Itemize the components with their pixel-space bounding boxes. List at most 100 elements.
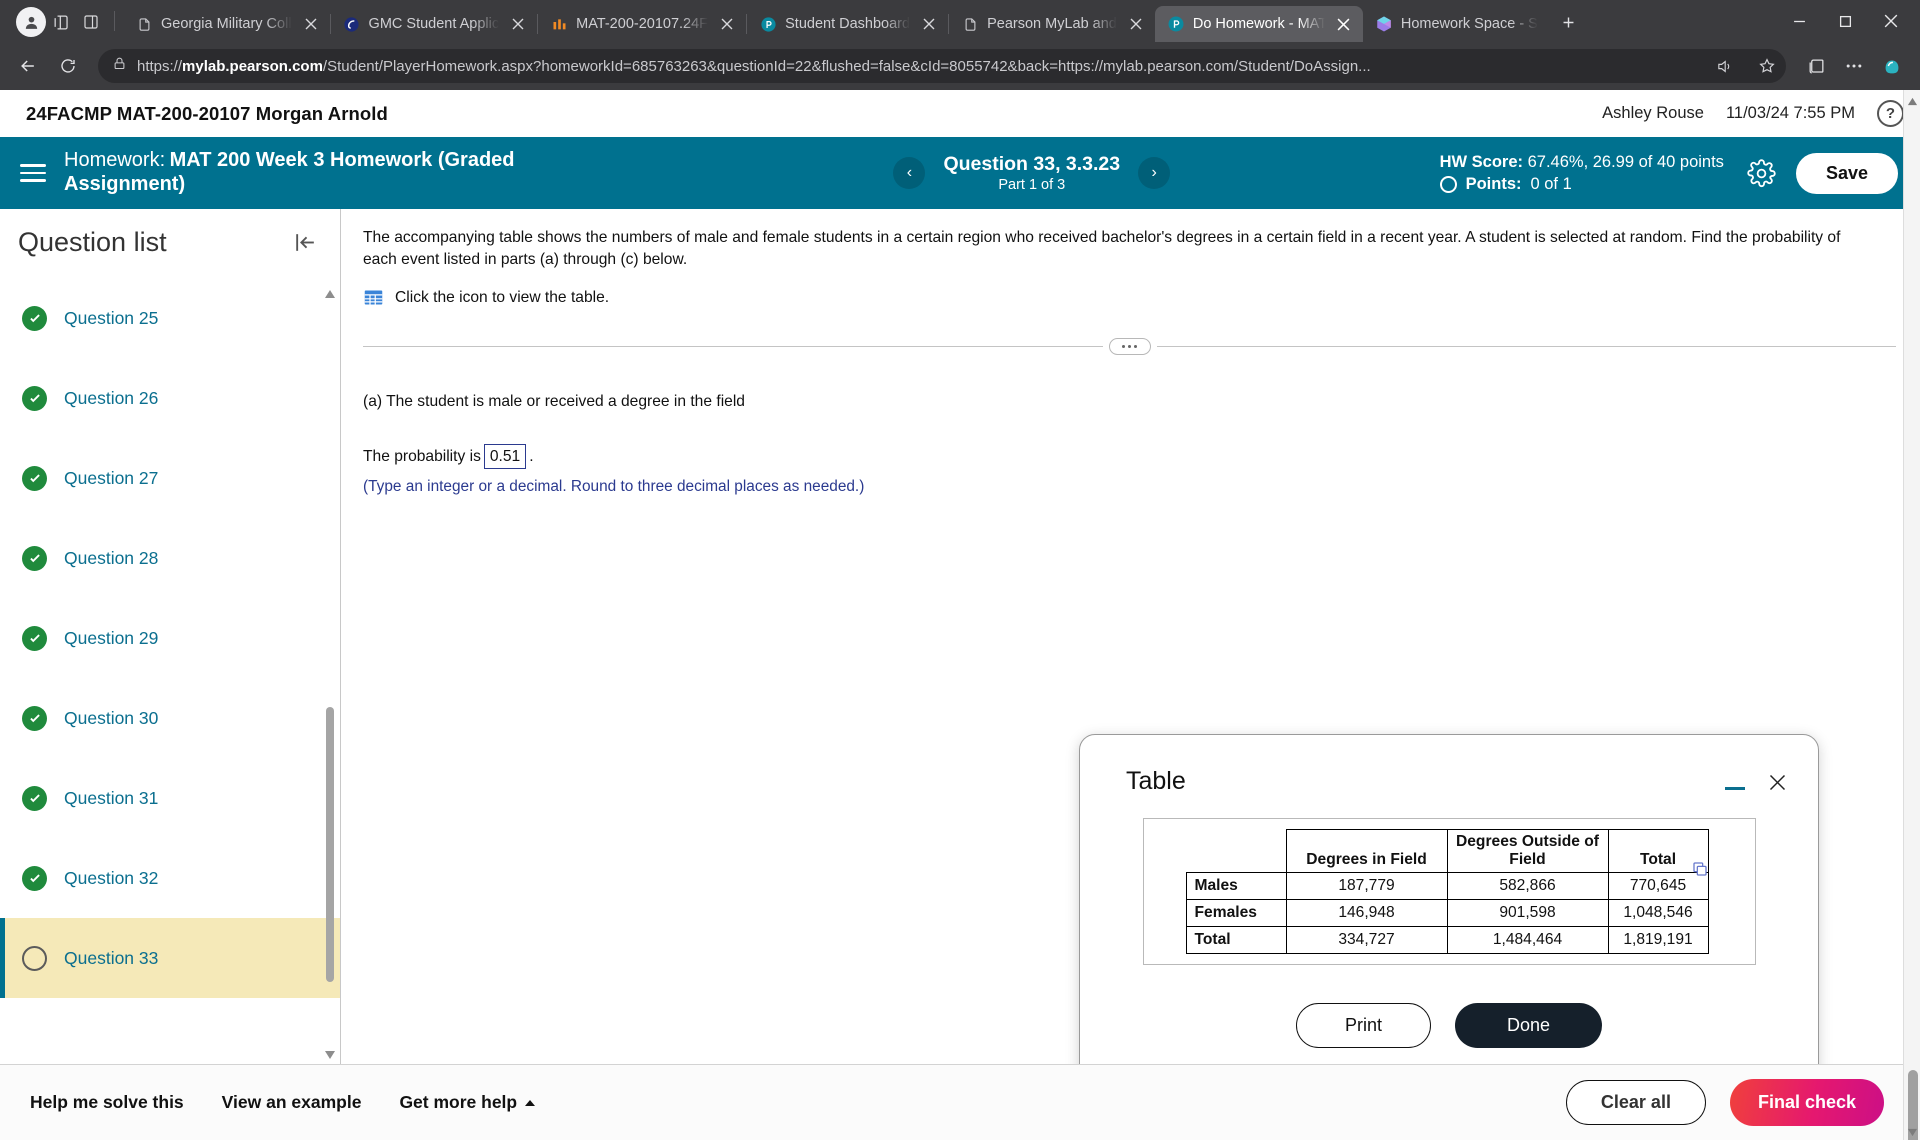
scroll-down-icon[interactable] (324, 1048, 336, 1060)
new-tab-button[interactable] (1552, 5, 1586, 39)
copilot-icon[interactable] (1874, 48, 1910, 84)
close-icon[interactable] (1125, 13, 1147, 35)
question-item-label: Question 27 (64, 467, 159, 488)
browser-tab[interactable]: GMC Student Applic (331, 6, 538, 42)
question-list-scrollbar[interactable] (323, 287, 337, 1060)
answer-input[interactable]: 0.51 (483, 444, 527, 470)
user-name: Ashley Rouse (1602, 104, 1704, 122)
close-icon[interactable] (1333, 13, 1355, 35)
question-item-label: Question 25 (64, 307, 159, 328)
expand-dots-button[interactable] (1108, 338, 1151, 356)
browser-window: Georgia Military Coll GMC Student Applic… (0, 0, 1920, 1140)
maximize-icon[interactable] (1822, 6, 1868, 36)
part-a-text: (a) The student is male or received a de… (363, 393, 745, 411)
settings-icon[interactable] (1836, 48, 1872, 84)
prev-question-button[interactable]: ‹ (893, 157, 926, 189)
table-cell: 146,948 (1285, 899, 1448, 927)
question-list-item-current[interactable]: Question 33 (0, 918, 340, 998)
question-list-item[interactable]: Question 25 (0, 278, 340, 358)
page-scrollbar[interactable] (1903, 90, 1920, 1140)
minimize-icon[interactable] (1776, 6, 1822, 36)
refresh-icon[interactable] (50, 48, 86, 84)
question-list-item[interactable]: Question 32 (0, 838, 340, 918)
page-icon (961, 15, 979, 33)
close-icon[interactable] (300, 13, 322, 35)
final-check-button[interactable]: Final check (1729, 1079, 1884, 1126)
print-button[interactable]: Print (1295, 1003, 1431, 1048)
tab-label: Student Dashboard (785, 16, 911, 32)
table-grid-icon (363, 287, 384, 308)
scroll-up-icon[interactable] (324, 287, 336, 299)
question-list-item[interactable]: Question 26 (0, 358, 340, 438)
read-aloud-icon[interactable] (1715, 58, 1734, 75)
scrollbar-thumb[interactable] (326, 707, 334, 982)
close-icon[interactable] (716, 13, 738, 35)
collections-icon[interactable] (1798, 48, 1834, 84)
browser-tab[interactable]: Pearson MyLab and (949, 6, 1155, 42)
close-icon[interactable] (918, 13, 940, 35)
close-icon[interactable] (1764, 769, 1790, 795)
probability-suffix: . (529, 447, 534, 465)
scroll-up-icon[interactable] (1907, 94, 1918, 106)
probability-row: The probability is 0.51 . (363, 444, 1880, 470)
circle-empty-icon (22, 945, 47, 971)
url-text: https://mylab.pearson.com/Student/Player… (137, 57, 1371, 75)
favorite-icon[interactable] (1758, 57, 1776, 75)
data-table: Degrees in Field Degrees Outside of Fiel… (1185, 829, 1709, 954)
browser-tab[interactable]: Student Dashboard (747, 6, 948, 42)
hw-score-value: 67.46%, 26.99 of 40 points (1527, 152, 1724, 171)
menu-icon[interactable] (14, 154, 52, 192)
question-item-label: Question 30 (64, 707, 159, 728)
question-item-label: Question 28 (64, 547, 159, 568)
table-cell: 582,866 (1446, 872, 1609, 900)
dialog-controls (1722, 767, 1790, 795)
close-icon[interactable] (507, 13, 529, 35)
get-more-help-link[interactable]: Get more help (399, 1092, 536, 1113)
clear-all-button[interactable]: Clear all (1565, 1080, 1706, 1125)
gear-icon[interactable] (1742, 153, 1782, 193)
question-list-item[interactable]: Question 27 (0, 438, 340, 518)
check-icon (22, 385, 47, 411)
question-list-item[interactable]: Question 28 (0, 518, 340, 598)
split-screen-icon[interactable] (76, 7, 106, 37)
hw-score-label: HW Score: (1439, 152, 1524, 171)
back-icon[interactable] (10, 48, 46, 84)
scroll-down-icon[interactable] (1907, 1125, 1918, 1137)
question-list-item[interactable]: Question 31 (0, 758, 340, 838)
address-bar[interactable]: https://mylab.pearson.com/Student/Player… (98, 49, 1786, 83)
copy-icon[interactable] (1692, 861, 1708, 877)
help-icon[interactable]: ? (1877, 100, 1904, 127)
collapse-panel-icon[interactable] (290, 228, 320, 258)
profile-avatar[interactable] (16, 7, 46, 37)
view-example-link[interactable]: View an example (222, 1092, 362, 1113)
done-button[interactable]: Done (1454, 1003, 1603, 1048)
answer-hint: (Type an integer or a decimal. Round to … (363, 478, 865, 496)
help-solve-link[interactable]: Help me solve this (30, 1092, 184, 1113)
toolbar-actions (1798, 48, 1910, 84)
save-button[interactable]: Save (1795, 152, 1898, 194)
browser-tab[interactable]: Homework Space - S (1363, 6, 1546, 42)
check-icon (22, 625, 47, 651)
table-cell: 1,819,191 (1607, 926, 1709, 954)
section-divider (363, 338, 1896, 356)
question-item-label: Question 31 (64, 787, 159, 808)
close-icon[interactable] (1868, 6, 1914, 36)
minimize-icon[interactable] (1722, 769, 1748, 795)
score-box: HW Score: 67.46%, 26.99 of 40 points Poi… (1439, 151, 1724, 196)
table-head: Degrees in Field Degrees Outside of Fiel… (1186, 829, 1709, 873)
browser-tab[interactable]: MAT-200-20107.24FA (538, 6, 746, 42)
question-content: The accompanying table shows the numbers… (341, 209, 1920, 1064)
question-list-item[interactable]: Question 29 (0, 598, 340, 678)
view-table-link[interactable]: Click the icon to view the table. (363, 287, 1860, 308)
page-icon (135, 15, 153, 33)
get-more-help-label: Get more help (399, 1092, 518, 1112)
question-list-item[interactable]: Question 30 (0, 678, 340, 758)
table-container: Degrees in Field Degrees Outside of Fiel… (1142, 818, 1756, 965)
browser-tab-active[interactable]: Do Homework - MAT (1154, 6, 1363, 42)
pearson-icon (1167, 15, 1185, 33)
question-prompt: The accompanying table shows the numbers… (363, 229, 1841, 269)
browser-tab[interactable]: Georgia Military Coll (123, 6, 330, 42)
next-question-button[interactable]: › (1138, 157, 1171, 189)
workspaces-icon[interactable] (46, 7, 76, 37)
table-cell: 901,598 (1446, 899, 1609, 927)
